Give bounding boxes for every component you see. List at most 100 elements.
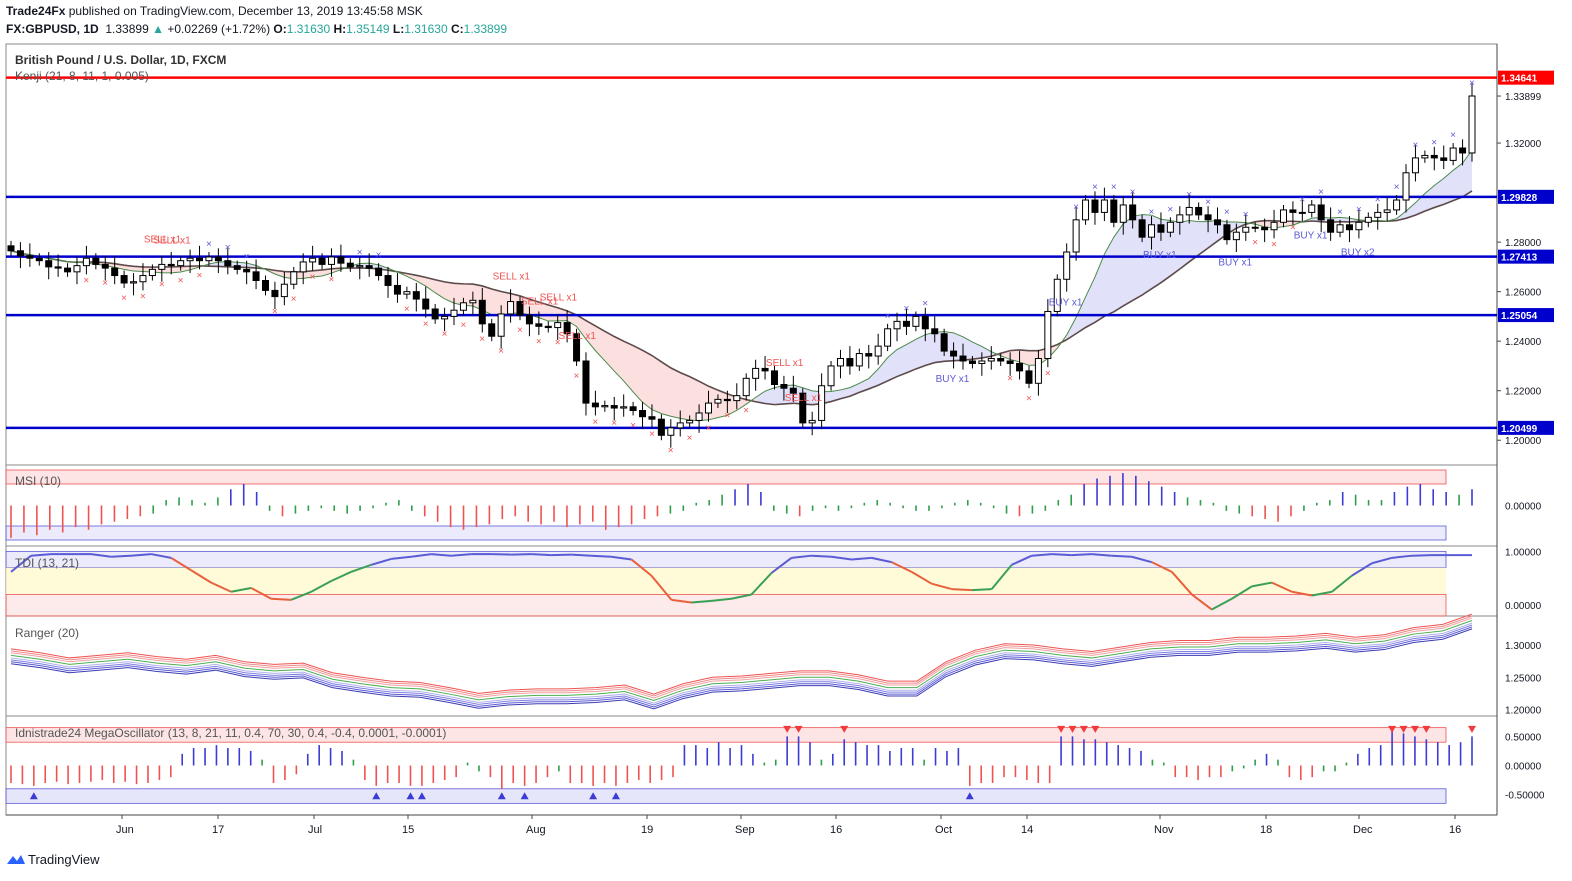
candle-body <box>1261 226 1269 231</box>
buy-marker: × <box>225 243 231 254</box>
ranger-title: Ranger (20) <box>15 626 79 640</box>
candle-body <box>884 328 892 347</box>
candle-body <box>610 405 618 409</box>
tdi-line-segment <box>1411 554 1432 557</box>
kenji-cloud-segment <box>642 350 652 410</box>
candle-body <box>874 345 882 357</box>
candle-body <box>978 360 986 364</box>
megaosc-lower-band <box>5 788 1447 804</box>
candle-body <box>337 256 345 264</box>
candle-body <box>1072 219 1080 253</box>
candle-body <box>554 322 562 329</box>
kenji-cloud-segment <box>915 334 926 369</box>
time-tick-label: 15 <box>402 824 414 836</box>
candle-body <box>139 275 147 283</box>
candle-body <box>1327 219 1335 233</box>
price-tick-label: 1.32000 <box>1505 139 1542 150</box>
ranger-panel <box>5 615 1498 717</box>
sell-marker: × <box>442 329 448 340</box>
time-tick-label: 16 <box>830 824 842 836</box>
tdi-line-segment <box>271 597 292 601</box>
candle-body <box>252 271 260 282</box>
candle-body <box>780 384 788 389</box>
tdi-line-segment <box>971 588 992 592</box>
sell-marker: × <box>687 433 693 444</box>
sell-marker: × <box>140 292 146 303</box>
candle-body <box>1374 211 1382 218</box>
ranger-line <box>10 615 1473 697</box>
candle-body <box>158 263 166 270</box>
candle-body <box>403 291 411 295</box>
candle-body <box>1091 199 1099 213</box>
buy-marker: × <box>1450 130 1456 141</box>
tdi-line-segment <box>1071 553 1092 557</box>
candle-body <box>177 260 185 267</box>
tdi-line-segment <box>811 554 832 558</box>
candle-body <box>1006 360 1014 364</box>
candle-body <box>346 262 354 268</box>
kenji-cloud-segment <box>1085 277 1095 328</box>
candle-body <box>1232 231 1240 241</box>
price-panel <box>5 43 1498 466</box>
candle-body <box>309 257 317 263</box>
candle-body <box>723 398 731 402</box>
tradingview-logo-icon <box>7 855 25 864</box>
price-tick-label: 1.20000 <box>1505 436 1542 447</box>
candle-body <box>846 358 854 367</box>
candle-body <box>733 395 741 402</box>
candle-body <box>1251 226 1259 229</box>
sell-signal-label: SELL x1 <box>766 358 804 369</box>
candle-body <box>1317 204 1325 221</box>
candle-body <box>931 328 939 335</box>
buy-signal-label: BUY x1 <box>1049 297 1083 308</box>
candle-body <box>1214 219 1222 226</box>
candle-body <box>836 358 844 367</box>
kenji-cloud-segment <box>1434 178 1444 208</box>
candle-body <box>1166 221 1174 233</box>
candle-body <box>648 416 656 420</box>
candle-body <box>1430 154 1438 159</box>
candle-body <box>1468 95 1476 154</box>
candle-body <box>968 360 976 364</box>
time-tick-label: Nov <box>1154 824 1174 836</box>
kenji-cloud-segment <box>680 372 690 420</box>
sell-marker: × <box>197 271 203 282</box>
sell-marker: × <box>404 304 410 315</box>
candle-body <box>271 289 279 298</box>
tdi-line-segment <box>591 554 612 558</box>
buy-marker: × <box>1318 187 1324 198</box>
buy-signal-label: BUY x2 <box>1341 248 1375 259</box>
tdi-mid-band <box>6 567 1446 595</box>
candle-body <box>705 402 713 414</box>
candle-body <box>26 255 34 259</box>
sell-marker: × <box>574 371 580 382</box>
chart-canvas[interactable]: 1.34641 1.29828 1.27413 1.25054 1.20499 × × × × ×… <box>0 0 1572 852</box>
candle-body <box>224 260 232 267</box>
candle-body <box>356 265 364 268</box>
buy-signal-label: BUY x1 <box>1294 230 1328 241</box>
buy-marker: × <box>357 248 363 259</box>
candle-body <box>1270 221 1278 231</box>
candle-body <box>1138 219 1146 238</box>
sell-marker: × <box>102 278 108 289</box>
sell-marker: × <box>1007 373 1013 384</box>
kenji-cloud-segment <box>1113 223 1124 312</box>
time-tick-label: Oct <box>935 824 952 836</box>
sell-marker: × <box>1252 237 1258 248</box>
candle-body <box>1110 199 1118 223</box>
kenji-cloud-segment <box>670 367 681 419</box>
tradingview-logo[interactable]: TradingView <box>6 852 100 867</box>
candle-body <box>507 301 515 315</box>
candle-body <box>261 280 269 291</box>
candle-body <box>101 263 109 269</box>
time-tick-label: Aug <box>526 824 546 836</box>
candle-body <box>620 406 628 409</box>
candle-body <box>7 245 15 252</box>
candle-body <box>441 315 449 320</box>
kenji-cloud-segment <box>623 341 634 392</box>
kenji-cloud-segment <box>651 355 662 414</box>
candle-body <box>1355 221 1363 231</box>
candle-body <box>1393 199 1401 211</box>
buy-marker: × <box>1130 187 1136 198</box>
kenji-cloud-segment <box>897 344 907 377</box>
